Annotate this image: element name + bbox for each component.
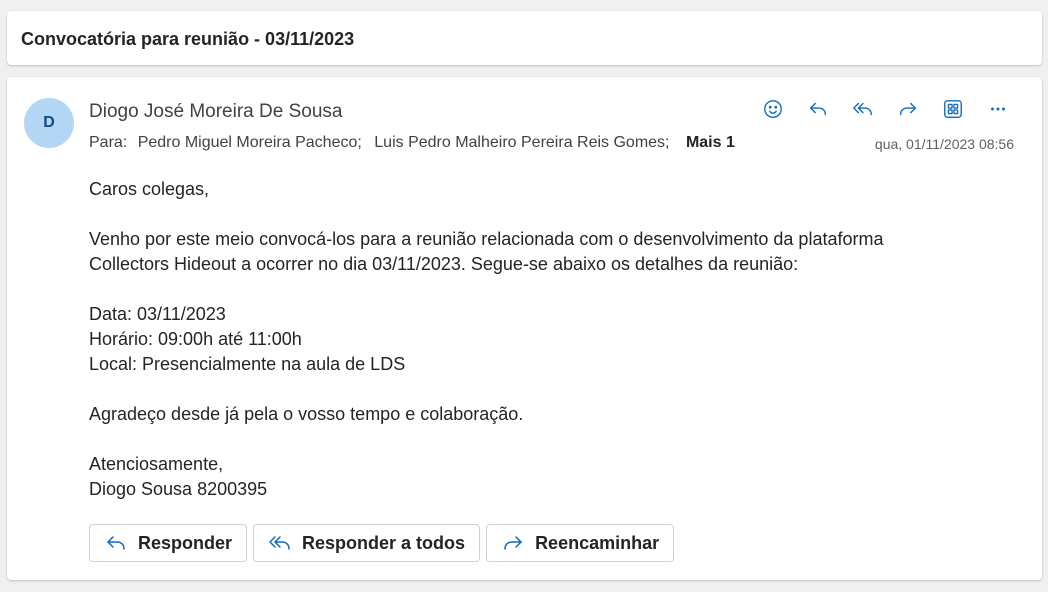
meeting-date: Data: 03/11/2023 [89,304,226,324]
greeting-text: Caros colegas, [89,179,210,199]
signature-text: Diogo Sousa 8200395 [89,479,268,499]
to-label: Para: [89,134,128,151]
reply-button[interactable] [795,94,840,124]
more-icon [990,107,1005,111]
recipients-line: Para: Pedro Miguel Moreira Pacheco; Luis… [89,134,735,152]
message-actions-toolbar [750,94,1020,124]
meeting-place: Local: Presencialmente na aula de LDS [89,354,406,374]
reply-icon [809,102,826,116]
meeting-time: Horário: 09:00h até 11:00h [89,329,302,349]
reply-button-bar: Responder Responder a todos Reencaminhar [89,524,675,562]
closing-text: Atenciosamente, [89,454,224,474]
message-body: Caros colegas, Venho por este meio convo… [89,177,1009,502]
sender-avatar[interactable]: D [24,98,74,148]
footer-forward-button[interactable]: Reencaminhar [486,524,675,562]
footer-reply-label: Responder [138,532,233,553]
more-recipients-link[interactable]: Mais 1 [686,134,735,151]
reply-all-button[interactable] [840,94,885,124]
sender-name[interactable]: Diogo José Moreira De Sousa [89,101,342,123]
apps-icon [943,100,962,118]
body-paragraph-line: Venho por este meio convocá-los para a r… [89,229,884,249]
message-card: D Diogo José Moreira De Sousa Para: Pedr… [7,77,1042,580]
apps-button[interactable] [930,94,975,124]
subject-title: Convocatória para reunião - 03/11/2023 [21,29,355,49]
reply-all-icon [269,536,290,550]
forward-icon [504,536,522,550]
reply-all-icon [852,102,872,116]
more-options-button[interactable] [975,94,1020,124]
message-timestamp: qua, 01/11/2023 08:56 [874,136,1014,152]
footer-reply-button[interactable]: Responder [89,524,248,562]
reply-icon [107,536,125,550]
body-paragraph-line: Collectors Hideout a ocorrer no dia 03/1… [89,254,799,274]
forward-button[interactable] [885,94,930,124]
footer-forward-label: Reencaminhar [535,532,660,553]
footer-reply-all-button[interactable]: Responder a todos [253,524,481,562]
thanks-text: Agradeço desde já pela o vosso tempo e c… [89,404,524,424]
footer-reply-all-label: Responder a todos [302,532,466,553]
subject-header: Convocatória para reunião - 03/11/2023 [7,11,1042,65]
recipient[interactable]: Pedro Miguel Moreira Pacheco; [138,134,362,151]
emoji-react-button[interactable] [750,94,795,124]
recipient[interactable]: Luis Pedro Malheiro Pereira Reis Gomes; [374,134,669,151]
smiley-icon [763,100,782,118]
forward-icon [899,102,916,116]
